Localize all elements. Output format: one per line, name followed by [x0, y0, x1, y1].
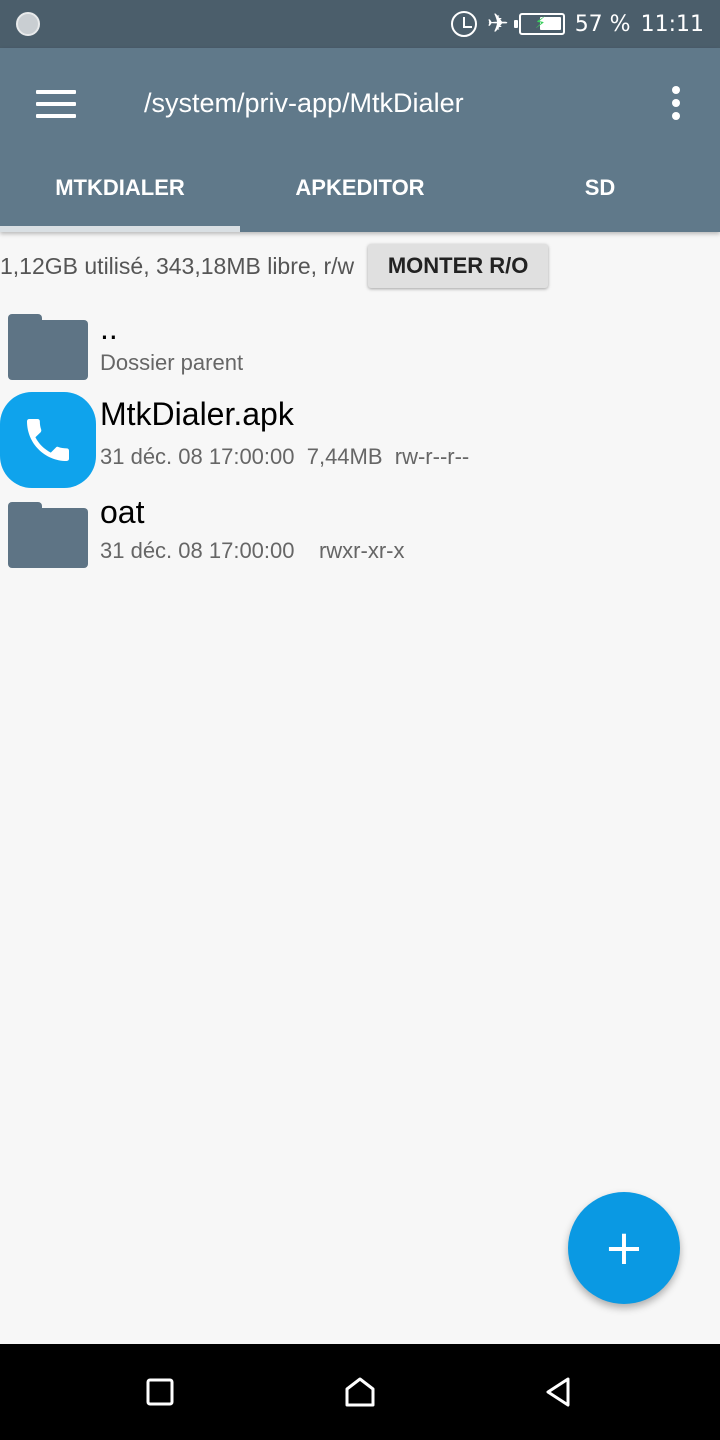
tab-mtkdialer[interactable]: MTKDIALER	[0, 144, 240, 232]
charging-bolt-icon: ⚡	[534, 13, 546, 32]
status-bar-right: ✈ ⚡ 57 % 11:11	[450, 0, 704, 48]
file-row-apk[interactable]: MtkDialer.apk 31 déc. 08 17:00:00 7,44MB…	[0, 392, 720, 488]
navigation-bar	[0, 1344, 720, 1440]
storage-info-row: 1,12GB utilisé, 343,18MB libre, r/w MONT…	[0, 242, 549, 290]
file-row-parent[interactable]: .. Dossier parent	[0, 306, 720, 402]
folder-icon	[8, 502, 88, 568]
more-vert-icon[interactable]	[670, 86, 682, 126]
phone-app-icon	[0, 392, 96, 488]
path-title: /system/priv-app/MtkDialer	[144, 88, 464, 118]
add-button[interactable]: +	[568, 1192, 680, 1304]
add-icon: +	[603, 1220, 645, 1276]
battery-charging-icon: ⚡	[513, 13, 565, 35]
status-bar: ✈ ⚡ 57 % 11:11	[0, 0, 720, 48]
clock: 11:11	[640, 11, 704, 37]
file-name: ..	[100, 310, 118, 346]
folder-icon	[8, 314, 88, 380]
home-icon[interactable]	[342, 1374, 378, 1410]
tab-sd[interactable]: SD	[480, 144, 720, 232]
file-row-oat[interactable]: oat 31 déc. 08 17:00:00 rwxr-xr-x	[0, 494, 720, 590]
file-name: MtkDialer.apk	[100, 396, 294, 432]
notification-icon	[16, 12, 40, 36]
alarm-icon	[450, 11, 477, 37]
file-subtitle: 31 déc. 08 17:00:00 7,44MB rw-r--r--	[100, 444, 470, 469]
recent-apps-icon[interactable]	[142, 1374, 178, 1410]
file-name: oat	[100, 494, 145, 530]
back-icon[interactable]	[540, 1374, 576, 1410]
tab-bar: MTKDIALER APKEDITOR SD	[0, 144, 720, 232]
app-bar: /system/priv-app/MtkDialer MTKDIALER APK…	[0, 48, 720, 232]
battery-percent: 57 %	[574, 11, 631, 37]
hamburger-menu-icon[interactable]	[36, 90, 76, 120]
file-subtitle: 31 déc. 08 17:00:00 rwxr-xr-x	[100, 538, 405, 563]
tab-apkeditor[interactable]: APKEDITOR	[240, 144, 480, 232]
airplane-mode-icon: ✈	[486, 9, 509, 39]
file-subtitle: Dossier parent	[100, 350, 244, 375]
mount-ro-button[interactable]: MONTER R/O	[368, 244, 549, 288]
storage-info: 1,12GB utilisé, 343,18MB libre, r/w	[0, 252, 355, 279]
